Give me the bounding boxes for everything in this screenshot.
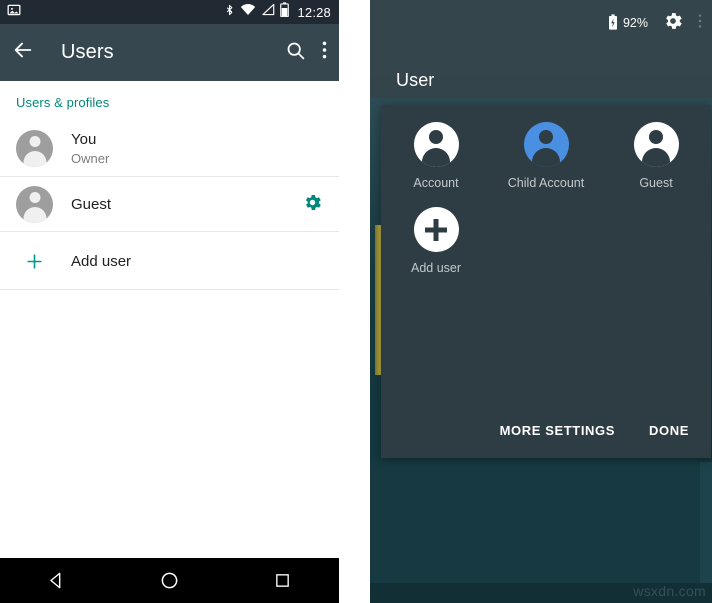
right-phone-screenshot: 92% User Account Child Account Guest Add… (370, 0, 712, 603)
list-item-you[interactable]: You Owner (0, 119, 339, 177)
add-user-label: Add user (71, 252, 132, 270)
overflow-menu-icon[interactable] (698, 13, 702, 34)
bluetooth-icon (224, 3, 235, 22)
gear-icon[interactable] (302, 192, 323, 218)
back-arrow-icon[interactable] (12, 39, 34, 66)
user-tile-guest[interactable]: Guest (601, 122, 711, 190)
app-toolbar: Users (0, 24, 339, 81)
cell-signal-icon (261, 3, 275, 21)
battery-status: 92% (608, 13, 648, 33)
user-tile-child-account[interactable]: Child Account (491, 122, 601, 190)
divider (0, 289, 339, 290)
person-icon (413, 122, 459, 167)
quick-settings-status-bar: 92% (370, 0, 712, 46)
page-title: Users (61, 41, 114, 63)
more-settings-button[interactable]: MORE SETTINGS (500, 423, 615, 438)
left-phone-screenshot: 12:28 Users Users & profiles You Owner G… (0, 0, 339, 603)
image-icon (7, 3, 21, 22)
user-tile-account[interactable]: Account (381, 122, 491, 190)
user-section-heading: User (396, 70, 435, 90)
wifi-icon (240, 3, 256, 21)
system-navigation-bar (0, 558, 339, 603)
nav-back-button[interactable] (22, 558, 92, 603)
panel-gap (339, 0, 370, 603)
status-bar-left-icons (7, 3, 21, 22)
user-tile-label: Account (413, 176, 459, 190)
search-icon[interactable] (285, 40, 306, 66)
user-tile-add-user[interactable]: Add user (381, 207, 491, 275)
user-tile-label: Guest (639, 176, 673, 190)
list-item-trailing (302, 192, 323, 218)
status-bar-right-icons: 12:28 (224, 2, 331, 22)
section-header-users-profiles: Users & profiles (16, 95, 110, 110)
watermark: wsxdn.com (633, 583, 706, 599)
list-item-add-user[interactable]: Add user (0, 232, 339, 290)
battery-percent-label: 92% (622, 16, 648, 30)
plus-icon (16, 252, 53, 271)
nav-recents-button[interactable] (248, 558, 318, 603)
list-item-texts: Add user (71, 252, 131, 271)
user-tiles-grid: Account Child Account Guest Add user (381, 105, 711, 292)
user-switcher-dialog: Account Child Account Guest Add user MOR… (381, 105, 711, 458)
list-item-guest[interactable]: Guest (0, 177, 339, 232)
nav-home-button[interactable] (135, 558, 205, 603)
person-icon (523, 122, 569, 167)
user-tile-label: Child Account (507, 176, 585, 190)
list-item-title: You (71, 130, 97, 148)
overflow-menu-icon[interactable] (322, 40, 327, 65)
wallpaper-bottom-area (370, 462, 712, 603)
users-list: Users & profiles You Owner Guest Add use… (0, 81, 339, 558)
person-avatar-icon (16, 129, 53, 167)
plus-icon (413, 207, 459, 252)
done-button[interactable]: DONE (649, 423, 689, 438)
wallpaper-bottom-shade (700, 462, 712, 584)
battery-icon (280, 2, 290, 22)
gear-icon[interactable] (662, 10, 684, 37)
person-icon (633, 122, 679, 167)
list-item-subtitle: Owner (71, 150, 110, 166)
toolbar-actions (285, 40, 327, 66)
user-tile-label: Add user (410, 261, 462, 275)
dialog-action-buttons: MORE SETTINGS DONE (381, 402, 711, 458)
list-item-title: Guest (71, 196, 112, 213)
battery-charging-icon (608, 13, 618, 33)
status-bar-clock: 12:28 (297, 4, 331, 20)
list-item-texts: Guest (71, 195, 111, 214)
list-item-texts: You Owner (71, 130, 109, 167)
person-avatar-icon (16, 186, 53, 223)
status-bar: 12:28 (0, 0, 339, 24)
